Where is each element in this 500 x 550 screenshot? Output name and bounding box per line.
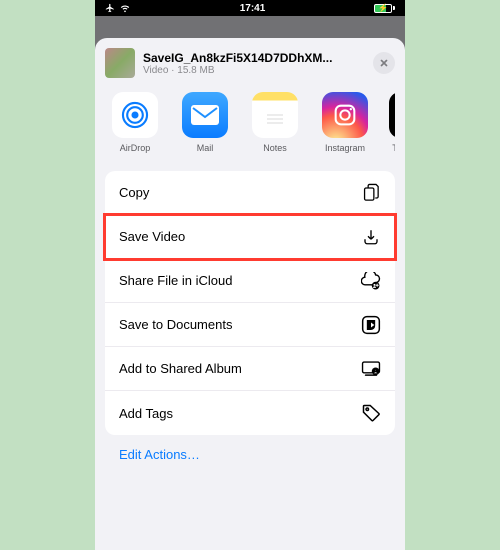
instagram-icon (331, 101, 359, 129)
battery-icon: ⚡ (374, 4, 395, 13)
action-label: Add to Shared Album (119, 361, 242, 376)
share-app-instagram[interactable]: Instagram (319, 92, 371, 153)
action-share-icloud[interactable]: Share File in iCloud (105, 259, 395, 303)
share-app-label: Notes (263, 143, 287, 153)
close-button[interactable] (373, 52, 395, 74)
file-thumbnail (105, 48, 135, 78)
close-icon (379, 58, 389, 68)
share-app-label: Instagram (325, 143, 365, 153)
file-name: SaveIG_An8kzFi5X14D7DDhXM... (143, 51, 365, 65)
phone-frame: 17:41 ⚡ SaveIG_An8kzFi5X14D7DDhXM... Vid… (95, 0, 405, 550)
wifi-icon (119, 3, 131, 13)
airdrop-icon (118, 98, 152, 132)
copy-icon (361, 183, 381, 203)
download-icon (361, 227, 381, 247)
action-label: Copy (119, 185, 149, 200)
share-app-airdrop[interactable]: AirDrop (109, 92, 161, 153)
file-meta: Video · 15.8 MB (143, 65, 365, 76)
share-sheet: SaveIG_An8kzFi5X14D7DDhXM... Video · 15.… (95, 38, 405, 550)
share-app-notes[interactable]: Notes (249, 92, 301, 153)
action-save-documents[interactable]: Save to Documents (105, 303, 395, 347)
icloud-share-icon (361, 271, 381, 291)
share-app-more[interactable]: T (389, 92, 395, 153)
notes-icon (261, 101, 289, 129)
share-app-label: T (392, 143, 395, 153)
action-label: Save Video (119, 229, 185, 244)
tag-icon (361, 403, 381, 423)
actions-list: Copy Save Video Share File in iCloud (105, 171, 395, 435)
action-save-video[interactable]: Save Video (105, 215, 395, 259)
share-app-mail[interactable]: Mail (179, 92, 231, 153)
status-time: 17:41 (240, 3, 266, 14)
status-bar: 17:41 ⚡ (95, 0, 405, 16)
action-label: Share File in iCloud (119, 273, 232, 288)
action-shared-album[interactable]: Add to Shared Album (105, 347, 395, 391)
mail-icon (191, 105, 219, 125)
sheet-backdrop: SaveIG_An8kzFi5X14D7DDhXM... Video · 15.… (95, 16, 405, 550)
action-label: Add Tags (119, 406, 173, 421)
shared-album-icon (361, 359, 381, 379)
action-label: Save to Documents (119, 317, 232, 332)
share-apps-row[interactable]: AirDrop Mail Notes (105, 92, 395, 153)
action-copy[interactable]: Copy (105, 171, 395, 215)
action-add-tags[interactable]: Add Tags (105, 391, 395, 435)
documents-icon (361, 315, 381, 335)
airplane-mode-icon (105, 3, 115, 13)
file-header: SaveIG_An8kzFi5X14D7DDhXM... Video · 15.… (105, 48, 395, 78)
share-app-label: Mail (197, 143, 214, 153)
edit-actions-link[interactable]: Edit Actions… (105, 435, 395, 474)
share-app-label: AirDrop (120, 143, 151, 153)
